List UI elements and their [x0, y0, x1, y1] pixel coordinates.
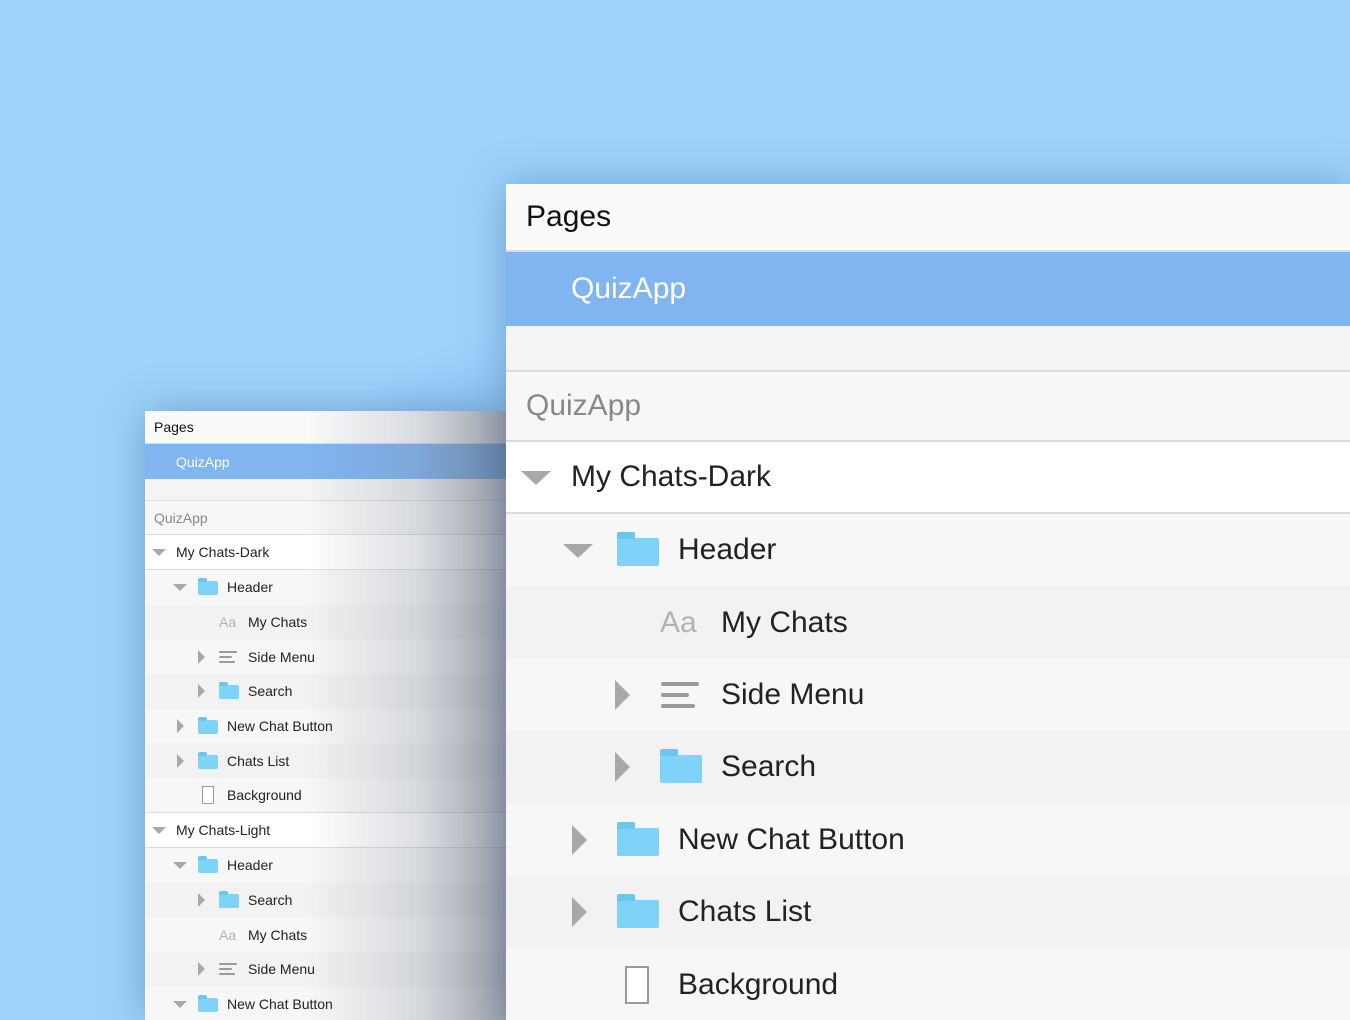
- folder-icon: [198, 717, 218, 735]
- layer-row[interactable]: New Chat Button: [506, 804, 1350, 876]
- disclosure-right-icon[interactable]: [198, 892, 205, 907]
- artboard-label: My Chats-Dark: [176, 544, 270, 560]
- layer-label: My Chats: [248, 614, 308, 631]
- artboard-my-chats-dark[interactable]: My Chats-Dark: [145, 535, 506, 570]
- rectangle-icon: [202, 785, 214, 804]
- layer-label: Header: [678, 533, 777, 567]
- artboard-my-chats-dark[interactable]: My Chats-Dark: [506, 442, 1350, 514]
- layer-row[interactable]: New Chat Button: [145, 709, 506, 744]
- disclosure-right-icon[interactable]: [572, 824, 587, 855]
- folder-icon: [617, 894, 659, 929]
- layer-row[interactable]: Search: [145, 674, 506, 709]
- artboard-label: My Chats-Dark: [571, 460, 772, 493]
- layer-row[interactable]: Side Menu: [145, 951, 506, 987]
- folder-icon: [198, 578, 218, 596]
- disclosure-down-icon[interactable]: [173, 584, 187, 592]
- disclosure-right-icon[interactable]: [198, 962, 205, 977]
- layers-panel-small: Pages QuizApp QuizApp My Chats-Dark Head…: [145, 411, 506, 1020]
- layer-row[interactable]: Background: [145, 778, 506, 813]
- disclosure-down-icon[interactable]: [152, 826, 166, 834]
- text-icon: Aa: [219, 614, 237, 631]
- layers-document-header: QuizApp: [145, 501, 506, 535]
- text-icon: Aa: [660, 605, 697, 639]
- folder-icon: [219, 890, 239, 908]
- document-name: QuizApp: [154, 509, 208, 526]
- layer-row[interactable]: Background: [506, 948, 1350, 1020]
- layers-document-header: QuizApp: [506, 372, 1350, 442]
- pages-title: Pages: [526, 200, 612, 233]
- layer-row[interactable]: Chats List: [506, 875, 1350, 949]
- page-item-quizapp[interactable]: QuizApp: [506, 252, 1350, 326]
- disclosure-right-icon[interactable]: [177, 719, 184, 734]
- layer-label: Chats List: [227, 752, 290, 769]
- pages-spacer: [145, 479, 506, 501]
- layer-row[interactable]: Side Menu: [145, 639, 506, 674]
- layer-row[interactable]: Header: [506, 514, 1350, 586]
- page-item-label: QuizApp: [176, 453, 230, 470]
- page-item-quizapp[interactable]: QuizApp: [145, 444, 506, 479]
- folder-icon: [617, 532, 659, 567]
- layer-label: Search: [248, 683, 293, 700]
- disclosure-down-icon[interactable]: [152, 549, 166, 556]
- layer-label: Background: [227, 786, 302, 803]
- layer-label: Search: [721, 750, 817, 784]
- layer-label: Search: [248, 891, 293, 908]
- page-item-label: QuizApp: [571, 272, 687, 305]
- layer-row[interactable]: New Chat Button: [145, 987, 506, 1020]
- layer-label: Side Menu: [721, 677, 865, 711]
- folder-icon: [617, 821, 659, 856]
- document-name: QuizApp: [526, 389, 642, 422]
- layer-label: My Chats: [248, 926, 308, 943]
- disclosure-right-icon[interactable]: [615, 752, 630, 783]
- layer-row[interactable]: Chats List: [145, 743, 506, 779]
- folder-icon: [198, 856, 218, 874]
- pages-header: Pages: [145, 411, 506, 444]
- disclosure-down-icon[interactable]: [563, 544, 593, 559]
- disclosure-down-icon[interactable]: [521, 471, 551, 485]
- layer-label: Chats List: [678, 895, 812, 929]
- rectangle-icon: [625, 965, 649, 1004]
- layer-label: Side Menu: [248, 648, 315, 665]
- pages-title: Pages: [154, 419, 194, 435]
- layer-row[interactable]: Aa My Chats: [145, 917, 506, 952]
- pages-spacer: [506, 326, 1350, 372]
- disclosure-right-icon[interactable]: [177, 753, 184, 768]
- layer-row[interactable]: Aa My Chats: [145, 604, 506, 640]
- layer-label: Header: [227, 857, 273, 874]
- layer-row[interactable]: Header: [145, 570, 506, 605]
- artboard-my-chats-light[interactable]: My Chats-Light: [145, 812, 506, 848]
- folder-icon: [660, 749, 702, 784]
- symbol-lines-icon: [219, 650, 237, 663]
- layer-row[interactable]: Header: [145, 848, 506, 883]
- folder-icon: [198, 994, 218, 1012]
- layer-label: Side Menu: [248, 961, 315, 978]
- layer-label: My Chats: [721, 605, 848, 639]
- disclosure-right-icon[interactable]: [615, 679, 630, 710]
- layer-label: New Chat Button: [678, 822, 905, 856]
- disclosure-down-icon[interactable]: [173, 1000, 187, 1008]
- artboard-label: My Chats-Light: [176, 821, 271, 838]
- layer-row[interactable]: Side Menu: [506, 659, 1350, 731]
- symbol-lines-icon: [661, 681, 699, 708]
- disclosure-right-icon[interactable]: [572, 897, 587, 928]
- symbol-lines-icon: [219, 963, 237, 976]
- folder-icon: [219, 682, 239, 700]
- layer-label: New Chat Button: [227, 995, 333, 1012]
- layer-row[interactable]: Aa My Chats: [506, 586, 1350, 659]
- layer-label: New Chat Button: [227, 718, 333, 735]
- layers-panel-large: Pages QuizApp QuizApp My Chats-Dark Head…: [506, 184, 1350, 1020]
- layer-label: Header: [227, 579, 273, 596]
- text-icon: Aa: [219, 926, 237, 943]
- disclosure-right-icon[interactable]: [198, 649, 205, 664]
- layer-row[interactable]: Search: [145, 882, 506, 918]
- folder-icon: [198, 751, 218, 769]
- pages-header: Pages: [506, 184, 1350, 252]
- layer-label: Background: [678, 967, 839, 1001]
- disclosure-right-icon[interactable]: [198, 684, 205, 699]
- layer-row[interactable]: Search: [506, 731, 1350, 804]
- disclosure-down-icon[interactable]: [173, 862, 187, 870]
